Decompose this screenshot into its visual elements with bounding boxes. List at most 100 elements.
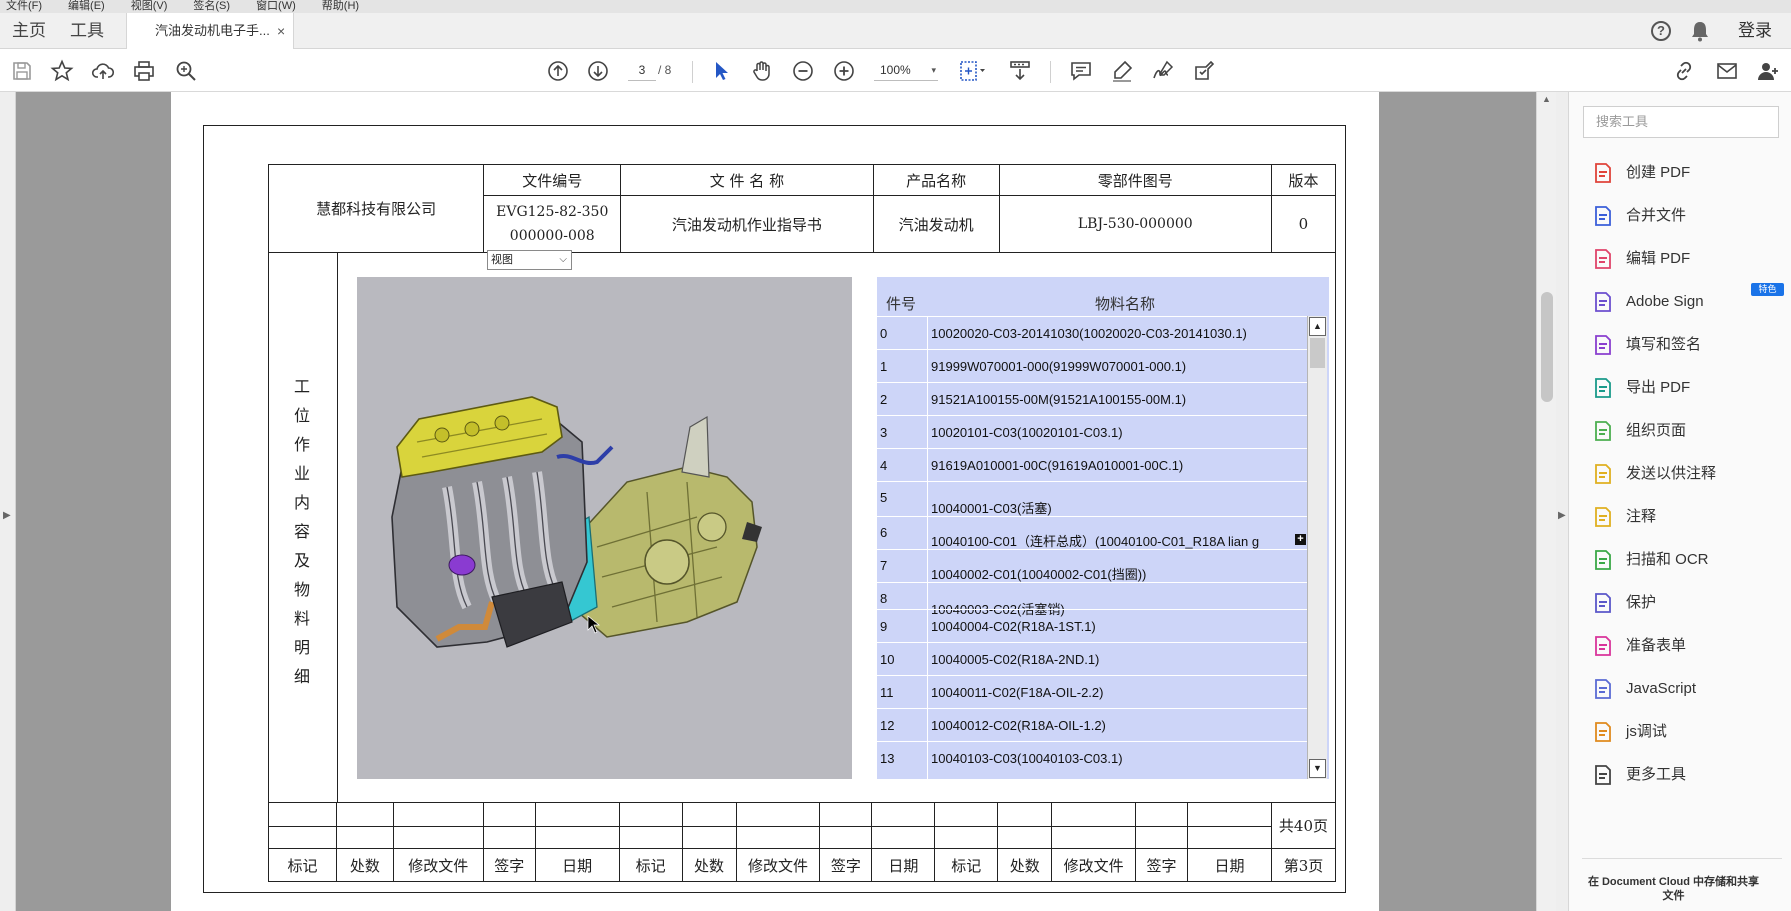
arrow-up-circle-icon[interactable] bbox=[546, 59, 570, 83]
parts-row[interactable]: 9 10040004-C02(R18A-1ST.1) bbox=[877, 609, 1307, 642]
menu-edit[interactable]: 编辑(E) bbox=[68, 0, 105, 12]
scroll-mode-icon[interactable] bbox=[1008, 59, 1032, 83]
menu-window[interactable]: 窗口(W) bbox=[256, 0, 296, 12]
sign-icon[interactable] bbox=[1151, 59, 1175, 83]
expand-left-icon[interactable]: ▶ bbox=[3, 510, 11, 521]
tool-item[interactable]: 发送以供注释 bbox=[1592, 458, 1782, 490]
tab-home[interactable]: 主页 bbox=[12, 13, 46, 49]
magnifier-icon[interactable] bbox=[174, 59, 198, 83]
parts-row[interactable]: 6 10040100-C01（连杆总成）(10040100-C01_R18A li… bbox=[877, 516, 1307, 549]
parts-row[interactable]: 7 10040002-C01(10040002-C01(挡圈)) bbox=[877, 549, 1307, 582]
tool-item[interactable]: 组织页面 bbox=[1592, 415, 1782, 447]
parts-row[interactable]: 3 10020101-C03(10020101-C03.1) bbox=[877, 415, 1307, 448]
arrow-down-circle-icon[interactable] bbox=[586, 59, 610, 83]
parts-row[interactable]: 0 10020020-C03-20141030(10020020-C03-2014… bbox=[877, 316, 1307, 349]
engine-3d-view[interactable] bbox=[357, 277, 852, 779]
tool-item[interactable]: js调试 bbox=[1592, 716, 1782, 748]
mail-icon[interactable] bbox=[1715, 59, 1739, 83]
parts-row[interactable]: 4 91619A010001-00C(91619A010001-00C.1) bbox=[877, 448, 1307, 481]
station-label-char: 内 bbox=[293, 493, 310, 512]
parts-row[interactable]: 13 10040103-C03(10040103-C03.1) bbox=[877, 741, 1307, 774]
tool-item[interactable]: 注释 bbox=[1592, 501, 1782, 533]
comment-icon[interactable] bbox=[1069, 59, 1093, 83]
tool-item[interactable]: 保护 bbox=[1592, 587, 1782, 619]
parts-list: 件号 物料名称 0 10020020-C03-20141030(10020020-… bbox=[877, 277, 1329, 779]
expand-text-icon[interactable]: + bbox=[1295, 534, 1306, 545]
part-number: 7 bbox=[880, 558, 888, 573]
tool-item[interactable]: 编辑 PDF bbox=[1592, 243, 1782, 275]
parts-row[interactable]: 5 10040001-C03(活塞) bbox=[877, 481, 1307, 516]
part-name: 10040012-C02(R18A-OIL-1.2) bbox=[931, 718, 1106, 733]
tool-item[interactable]: JavaScript bbox=[1592, 673, 1782, 705]
page-number-input[interactable]: 3 bbox=[628, 59, 656, 81]
tab-document[interactable]: 汽油发动机电子手... × bbox=[126, 13, 294, 50]
zoom-in-icon[interactable] bbox=[832, 59, 856, 83]
part-number: 0 bbox=[880, 326, 888, 341]
parts-scroll-thumb[interactable] bbox=[1310, 338, 1325, 368]
menu-file[interactable]: 文件(F) bbox=[6, 0, 42, 12]
star-icon[interactable] bbox=[50, 59, 74, 83]
revision-cell bbox=[1051, 826, 1137, 849]
help-icon[interactable]: ? bbox=[1651, 21, 1671, 41]
document-cloud-footer[interactable]: 在 Document Cloud 中存储和共享文件 bbox=[1586, 875, 1761, 903]
scroll-up-icon[interactable]: ▲ bbox=[1542, 94, 1551, 104]
stamp-icon[interactable] bbox=[1192, 59, 1216, 83]
part-name: 10040001-C03(活塞) bbox=[931, 501, 1052, 516]
expand-right-icon[interactable]: ▶ bbox=[1558, 510, 1566, 521]
revision-cell bbox=[871, 826, 936, 849]
zoom-select[interactable]: 100% ▾ bbox=[874, 59, 938, 81]
hand-icon[interactable] bbox=[750, 59, 774, 83]
parts-row[interactable]: 12 10040012-C02(R18A-OIL-1.2) bbox=[877, 708, 1307, 741]
pointer-icon[interactable] bbox=[710, 59, 734, 83]
part-no-value: LBJ-530-000000 bbox=[998, 195, 1272, 253]
station-label-char: 细 bbox=[293, 667, 310, 686]
tool-search-input[interactable]: 搜索工具 bbox=[1583, 106, 1779, 138]
fit-page-icon[interactable] bbox=[958, 59, 988, 83]
close-tab-icon[interactable]: × bbox=[277, 13, 285, 49]
tool-item[interactable]: 填写和签名 bbox=[1592, 329, 1782, 361]
tool-item[interactable]: 创建 PDF bbox=[1592, 157, 1782, 189]
comment-tool-icon bbox=[1595, 507, 1611, 527]
cloud-upload-icon[interactable] bbox=[91, 59, 115, 83]
tool-item[interactable]: 准备表单 bbox=[1592, 630, 1782, 662]
tool-item[interactable]: 扫描和 OCR bbox=[1592, 544, 1782, 576]
tool-item[interactable]: 合并文件 bbox=[1592, 200, 1782, 232]
document-header-table: 慧都科技有限公司 文件编号 文 件 名 称 产品名称 零部件图号 版本 EVG1… bbox=[267, 164, 1337, 253]
scroll-up-icon[interactable]: ▲ bbox=[1309, 317, 1326, 336]
link-icon[interactable] bbox=[1672, 59, 1696, 83]
document-scrollbar[interactable]: ▲ bbox=[1536, 92, 1556, 911]
share-user-icon[interactable] bbox=[1756, 59, 1780, 83]
login-button[interactable]: 登录 bbox=[1738, 13, 1772, 49]
part-name: 10040103-C03(10040103-C03.1) bbox=[931, 751, 1123, 766]
left-panel-toggle[interactable]: ▶ bbox=[0, 92, 16, 911]
menu-sign[interactable]: 签名(S) bbox=[193, 0, 230, 12]
edit-pdf-icon bbox=[1595, 249, 1611, 269]
toolbar-divider bbox=[692, 61, 693, 83]
parts-row[interactable]: 10 10040005-C02(R18A-2ND.1) bbox=[877, 642, 1307, 675]
parts-scrollbar[interactable]: ▲ ▼ bbox=[1307, 316, 1327, 779]
save-icon[interactable] bbox=[10, 59, 34, 83]
tool-item[interactable]: 更多工具 bbox=[1592, 759, 1782, 791]
view-select[interactable]: 视图 ⌵ bbox=[487, 250, 572, 270]
menu-help[interactable]: 帮助(H) bbox=[322, 0, 359, 12]
toolbar: 3 / 8 100% ▾ bbox=[0, 49, 1791, 92]
zoom-out-icon[interactable] bbox=[791, 59, 815, 83]
scroll-down-icon[interactable]: ▼ bbox=[1309, 759, 1326, 778]
tool-item-label: 扫描和 OCR bbox=[1626, 551, 1709, 568]
revision-cell bbox=[618, 826, 683, 849]
tool-item[interactable]: 导出 PDF bbox=[1592, 372, 1782, 404]
scroll-thumb[interactable] bbox=[1541, 292, 1553, 402]
parts-row[interactable]: 2 91521A100155-00M(91521A100155-00M.1) bbox=[877, 382, 1307, 415]
tool-item-label: 编辑 PDF bbox=[1626, 250, 1691, 267]
revision-cell bbox=[997, 826, 1053, 849]
parts-row[interactable]: 11 10040011-C02(F18A-OIL-2.2) bbox=[877, 675, 1307, 708]
menu-view[interactable]: 视图(V) bbox=[131, 0, 168, 12]
tab-tools[interactable]: 工具 bbox=[70, 13, 104, 49]
file-no-line1: EVG125-82-350 bbox=[496, 204, 609, 220]
print-icon[interactable] bbox=[132, 59, 156, 83]
parts-row[interactable]: 1 91999W070001-000(91999W070001-000.1) bbox=[877, 349, 1307, 382]
highlight-icon[interactable] bbox=[1110, 59, 1134, 83]
revision-label: 修改文件 bbox=[735, 848, 821, 882]
bell-icon[interactable] bbox=[1690, 20, 1710, 42]
right-panel-toggle[interactable]: ▶ bbox=[1556, 92, 1569, 911]
